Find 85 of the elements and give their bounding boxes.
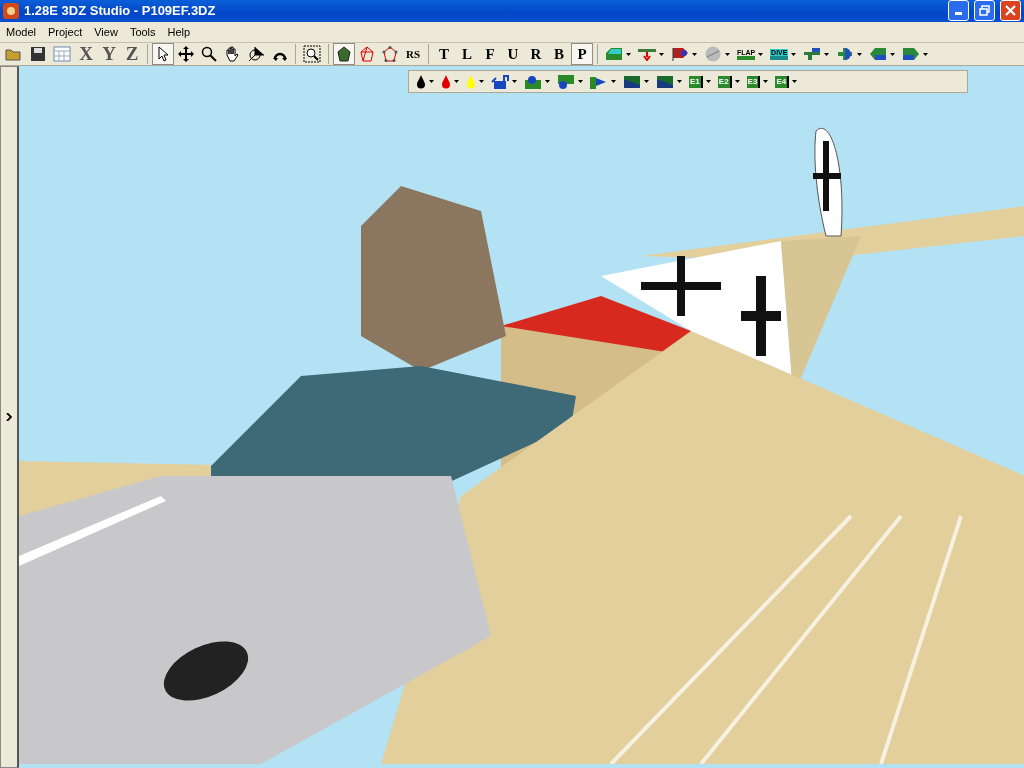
wireframe-icon (359, 46, 375, 62)
landing-gear-icon (638, 47, 656, 61)
select-tool-button[interactable] (152, 43, 174, 65)
axis-button[interactable]: Z (121, 43, 143, 65)
caret-icon (545, 80, 550, 83)
engine-label: E3 (746, 75, 761, 88)
menu-item[interactable]: View (88, 25, 124, 38)
caret-icon (824, 52, 830, 56)
menu-item[interactable]: Model (0, 25, 42, 38)
engine-menu-button[interactable]: E1 (686, 70, 714, 93)
part-icon (524, 74, 542, 89)
view-button[interactable]: B (548, 43, 570, 65)
close-icon (1005, 5, 1016, 17)
view-button[interactable]: F (479, 43, 501, 65)
minimize-button[interactable] (948, 0, 969, 22)
tail-fin-icon (803, 47, 822, 61)
caret-icon (923, 52, 929, 56)
view-button[interactable]: L (456, 43, 478, 65)
chevron-right-icon[interactable] (6, 413, 12, 421)
caret-icon (890, 52, 896, 56)
nozzle-icon (590, 74, 608, 89)
caret-icon (644, 80, 649, 83)
caret-icon (692, 52, 697, 56)
hand-icon (224, 46, 240, 62)
view-button[interactable]: R (525, 43, 547, 65)
restore-icon (979, 5, 990, 17)
caret-icon (626, 52, 631, 56)
caret-icon (479, 80, 484, 83)
axis-button[interactable]: X (75, 43, 97, 65)
window-title: 1.28E 3DZ Studio - P109EF.3DZ (24, 3, 217, 19)
caret-icon (705, 80, 711, 83)
app-icon (3, 2, 19, 19)
restore-button[interactable] (974, 0, 995, 22)
engine-menu-button[interactable]: E4 (772, 70, 801, 93)
caret-icon (429, 80, 434, 83)
zoom-box-icon (303, 45, 321, 63)
search-icon (201, 46, 217, 62)
grid-icon (53, 46, 71, 62)
engine-label: E1 (689, 75, 703, 88)
left-wing-icon (869, 47, 888, 61)
caret-icon (734, 80, 740, 83)
caret-icon (512, 80, 517, 83)
axes-icon (247, 46, 265, 62)
solid-shape-icon (336, 46, 352, 62)
caret-icon (578, 80, 583, 83)
caret-icon (792, 80, 798, 83)
close-button[interactable] (1000, 0, 1021, 22)
caret-icon (725, 52, 730, 56)
arrow-pointer-icon (156, 46, 170, 62)
engine-label: E4 (775, 75, 790, 88)
bar-icon (737, 55, 756, 60)
caret-icon (677, 80, 682, 83)
folder-icon (5, 46, 23, 62)
oil-can-icon (491, 74, 509, 89)
caret-icon (791, 52, 797, 56)
menu-item[interactable]: Help (161, 25, 197, 38)
view-button[interactable]: U (502, 43, 524, 65)
caret-icon (659, 52, 664, 56)
zoom-box-button[interactable] (300, 43, 324, 65)
propeller-disc-icon (704, 46, 722, 62)
caret-icon (763, 80, 769, 83)
engine-label: E2 (717, 75, 732, 88)
bar-icon (770, 55, 789, 60)
solid-tool-button[interactable] (333, 43, 355, 65)
engine-menu-button[interactable]: E2 (714, 70, 743, 93)
view-button[interactable]: P (571, 43, 593, 65)
engine-menu-button[interactable]: E3 (743, 70, 772, 93)
four-way-arrow-icon (178, 46, 194, 62)
menu-item[interactable]: Project (41, 25, 89, 38)
menu-item[interactable]: Tools (123, 25, 162, 38)
panel-icon (656, 74, 674, 89)
flag-icon (671, 47, 689, 61)
render-mode-button[interactable]: RS (402, 43, 424, 65)
caret-icon (454, 80, 459, 83)
vertex-icon (382, 46, 398, 62)
panel-icon (623, 74, 641, 89)
cockpit-icon (605, 47, 623, 61)
caret-icon (758, 52, 764, 56)
view-button[interactable]: T (433, 43, 455, 65)
caret-icon (857, 52, 863, 56)
wing-icon (836, 47, 855, 61)
right-wing-icon (902, 47, 921, 61)
axis-button[interactable]: Y (98, 43, 120, 65)
caret-icon (611, 80, 616, 83)
part-icon (557, 74, 575, 89)
